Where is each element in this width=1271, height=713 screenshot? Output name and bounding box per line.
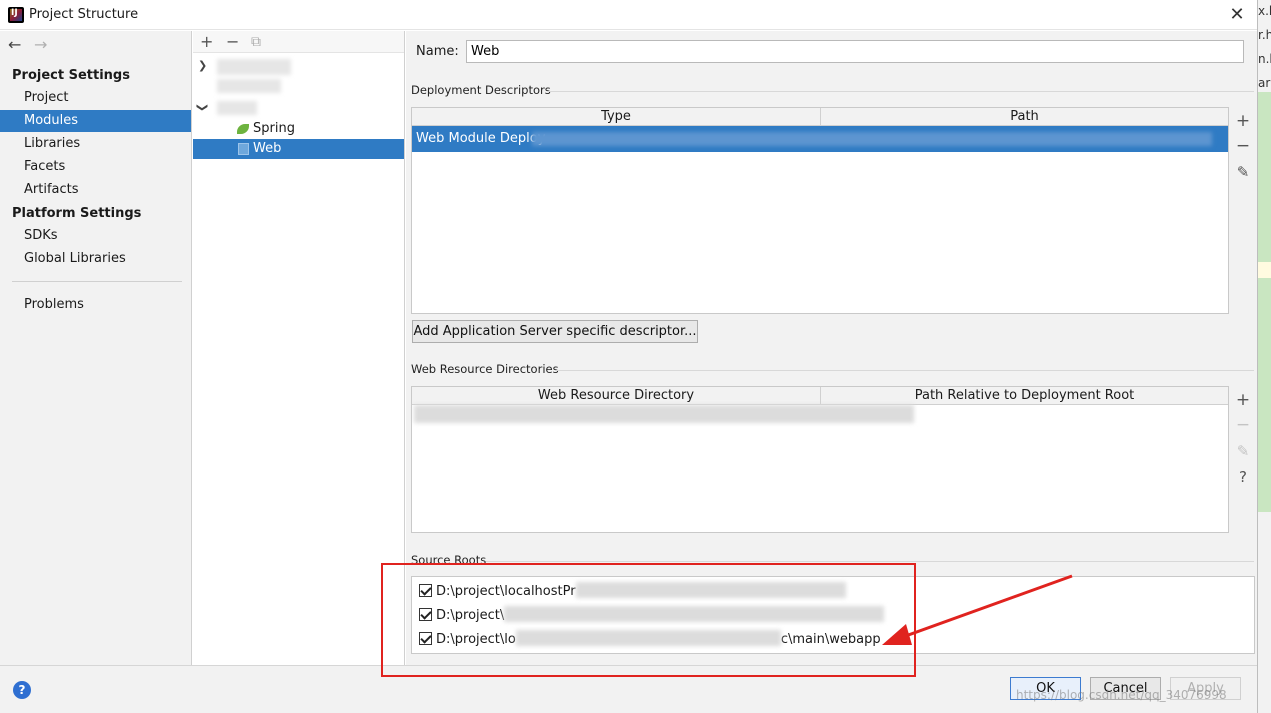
web-resource-directories-table[interactable]: Web Resource Directory Path Relative to … — [411, 386, 1229, 533]
add-icon[interactable]: + — [1230, 388, 1256, 412]
source-root-path-suffix: c\main\webapp — [780, 632, 881, 647]
sidebar-item-modules[interactable]: Modules — [0, 110, 191, 132]
settings-sidebar: ← → Project Settings Project Modules Lib… — [0, 31, 192, 665]
bg-fragment: n.h — [1258, 52, 1271, 66]
redacted-path-segment — [515, 630, 781, 646]
window-title: Project Structure — [29, 7, 139, 22]
sidebar-item-sdks[interactable]: SDKs — [0, 225, 191, 247]
sidebar-item-global-libraries[interactable]: Global Libraries — [0, 248, 191, 270]
group-divider — [486, 561, 1254, 562]
deployment-descriptor-tools: + − ✎ — [1230, 107, 1256, 314]
tree-node-label: Spring — [253, 121, 295, 136]
bg-fragment: ar — [1258, 76, 1271, 90]
tree-node-web[interactable]: Web — [193, 139, 404, 159]
redacted-module-name — [217, 101, 257, 115]
group-divider — [548, 91, 1254, 92]
name-label: Name: — [416, 44, 459, 59]
source-root-row[interactable]: D:\project\ — [419, 605, 885, 627]
watermark-text: https://blog.csdn.net/qq_34076998 — [1016, 688, 1227, 702]
web-module-icon — [238, 143, 249, 155]
module-tree: + − ⧉ ❯ ❯ Spring Web — [193, 31, 405, 665]
close-icon[interactable]: ✕ — [1226, 4, 1248, 26]
add-icon[interactable]: + — [1230, 109, 1256, 133]
source-root-path: D:\project\ — [436, 608, 505, 623]
column-header-web-resource-directory[interactable]: Web Resource Directory — [412, 387, 821, 405]
project-settings-header: Project Settings — [12, 68, 130, 83]
bg-fragment: x.h — [1258, 4, 1271, 18]
source-root-checkbox[interactable] — [419, 584, 432, 597]
redacted-web-resource-row — [414, 405, 914, 423]
remove-icon[interactable]: − — [1230, 134, 1256, 158]
sidebar-divider — [12, 281, 182, 282]
group-divider — [556, 370, 1254, 371]
add-server-descriptor-button[interactable]: Add Application Server specific descript… — [412, 320, 698, 343]
source-root-path: D:\project\lo — [436, 632, 516, 647]
copy-icon[interactable]: ⧉ — [251, 31, 261, 53]
background-window-strip: x.h r.ht n.h ar — [1257, 0, 1271, 713]
bg-fragment: r.ht — [1258, 28, 1271, 42]
sidebar-item-problems[interactable]: Problems — [0, 294, 191, 316]
title-bar: Project Structure ✕ — [0, 0, 1257, 30]
add-icon[interactable]: + — [200, 31, 213, 53]
web-resource-directories-title: Web Resource Directories — [411, 362, 559, 376]
help-question-icon[interactable]: ? — [1230, 465, 1256, 489]
source-roots-title: Source Roots — [411, 553, 487, 567]
remove-icon[interactable]: − — [226, 31, 239, 53]
redacted-project-path — [217, 79, 281, 93]
column-header-relative-path[interactable]: Path Relative to Deployment Root — [821, 387, 1228, 405]
intellij-app-icon — [8, 7, 24, 23]
deployment-descriptors-title: Deployment Descriptors — [411, 83, 551, 97]
edit-pencil-icon: ✎ — [1236, 442, 1250, 460]
source-roots-list: D:\project\localhostPr D:\project\ D:\pr… — [411, 576, 1255, 654]
redacted-project-name — [217, 59, 291, 75]
sidebar-item-project[interactable]: Project — [0, 87, 191, 109]
redacted-path-segment — [575, 582, 846, 598]
deployment-descriptors-table[interactable]: Type Path Web Module Deploy — [411, 107, 1229, 314]
source-root-path: D:\project\localhostPr — [436, 584, 576, 599]
source-root-row[interactable]: D:\project\lo c\main\webapp — [419, 629, 881, 651]
sidebar-item-facets[interactable]: Facets — [0, 156, 191, 178]
remove-icon: − — [1235, 415, 1251, 435]
table-row[interactable]: Web Module Deploy — [412, 126, 1228, 152]
sidebar-item-libraries[interactable]: Libraries — [0, 133, 191, 155]
chevron-down-icon[interactable]: ❯ — [196, 103, 209, 112]
column-header-type[interactable]: Type — [412, 108, 821, 126]
tree-node-spring[interactable]: Spring — [193, 119, 404, 139]
back-arrow-icon[interactable]: ← — [8, 35, 21, 54]
platform-settings-header: Platform Settings — [12, 206, 142, 221]
column-header-path[interactable]: Path — [821, 108, 1228, 126]
edit-pencil-icon[interactable]: ✎ — [1230, 160, 1256, 184]
sidebar-item-artifacts[interactable]: Artifacts — [0, 179, 191, 201]
source-root-checkbox[interactable] — [419, 608, 432, 621]
forward-arrow-icon: → — [34, 35, 48, 54]
tree-toolbar: + − ⧉ — [193, 31, 404, 53]
source-root-checkbox[interactable] — [419, 632, 432, 645]
facet-settings-panel: Name: Deployment Descriptors Type Path W… — [406, 31, 1257, 665]
redacted-descriptor-path — [532, 132, 1212, 146]
chevron-right-icon[interactable]: ❯ — [198, 59, 207, 72]
tree-node-label: Web — [253, 141, 282, 156]
help-icon[interactable]: ? — [13, 681, 31, 699]
source-root-row[interactable]: D:\project\localhostPr — [419, 581, 846, 603]
web-resource-tools: + − ✎ ? — [1230, 386, 1256, 533]
spring-leaf-icon — [237, 124, 249, 134]
name-input[interactable] — [466, 40, 1244, 63]
redacted-path-segment — [504, 606, 885, 622]
